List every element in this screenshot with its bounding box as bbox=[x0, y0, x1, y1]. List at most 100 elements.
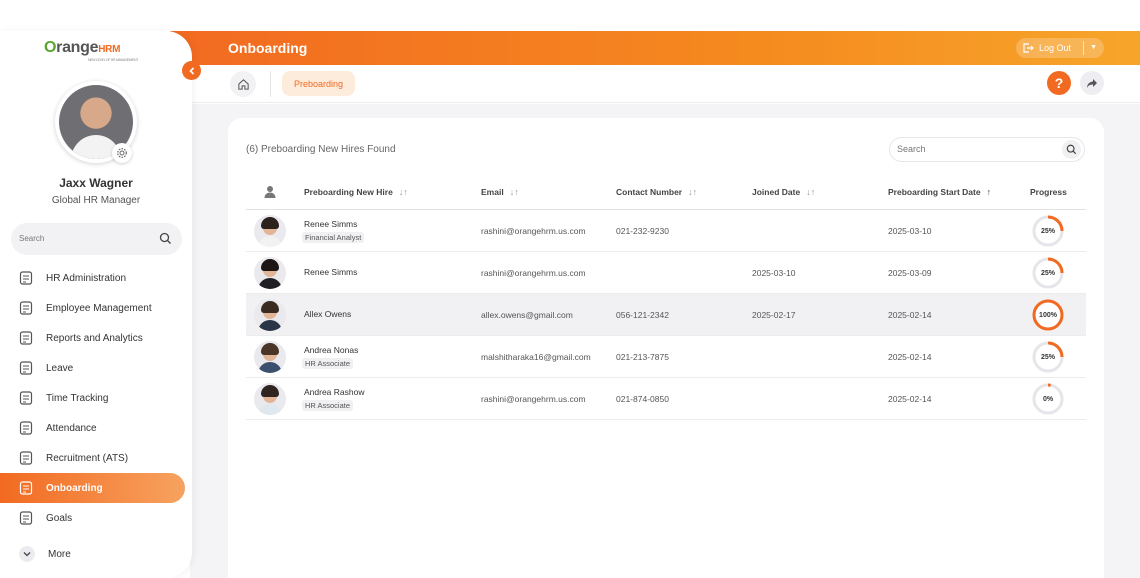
time-tracking-icon bbox=[17, 389, 35, 407]
share-icon bbox=[1087, 78, 1097, 88]
sort-icon[interactable]: ↓↑ bbox=[399, 187, 408, 197]
chevron-down-icon[interactable]: ▼ bbox=[1090, 44, 1097, 51]
table-row[interactable]: Andrea Rashow HR Associate rashini@orangeh… bbox=[246, 378, 1086, 420]
onboarding-icon bbox=[17, 479, 35, 497]
employee-management-icon bbox=[17, 299, 35, 317]
share-button[interactable] bbox=[1080, 71, 1104, 95]
progress-percent: 25% bbox=[1040, 269, 1055, 277]
goals-icon bbox=[17, 509, 35, 527]
new-hire-name[interactable]: Allex Owens bbox=[304, 309, 351, 319]
chevron-left-icon bbox=[188, 66, 194, 75]
recruitment-icon bbox=[17, 449, 35, 467]
attendance-icon bbox=[17, 419, 35, 437]
sidebar-item-hr-administration[interactable]: HR Administration bbox=[0, 263, 185, 293]
new-hire-avatar bbox=[254, 341, 286, 373]
gear-icon bbox=[117, 148, 127, 158]
chevron-down-icon bbox=[19, 546, 35, 562]
start-date-cell: 2025-02-14 bbox=[888, 310, 932, 320]
column-new-hire[interactable]: Preboarding New Hire ↓↑ bbox=[304, 187, 408, 197]
sort-ascending-icon[interactable]: ↑ bbox=[987, 187, 992, 197]
user-name: Jaxx Wagner bbox=[59, 176, 133, 190]
search-icon[interactable] bbox=[159, 232, 172, 245]
sidebar-item-onboarding[interactable]: Onboarding bbox=[0, 473, 185, 503]
progress-ring[interactable]: 100% bbox=[1031, 298, 1065, 332]
logo-tagline: NEW LEVEL OF HR MANAGEMENT bbox=[88, 58, 139, 62]
sidebar-item-time-tracking[interactable]: Time Tracking bbox=[0, 383, 185, 413]
new-hire-name[interactable]: Renee Simms bbox=[304, 267, 357, 277]
email-cell: allex.owens@gmail.com bbox=[481, 310, 573, 320]
new-hire-avatar bbox=[254, 215, 286, 247]
logout-button[interactable]: Log Out ▼ bbox=[1016, 38, 1104, 58]
avatar-settings-button[interactable] bbox=[112, 143, 132, 163]
sidebar-item-label: Employee Management bbox=[46, 302, 152, 314]
new-hire-name[interactable]: Andrea Nonas bbox=[304, 345, 358, 355]
orangehrm-logo: OrangeHRM NEW LEVEL OF HR MANAGEMENT bbox=[44, 39, 139, 62]
home-button[interactable] bbox=[230, 71, 256, 97]
table-row[interactable]: Renee Simms rashini@orangehrm.us.com 2025-… bbox=[246, 252, 1086, 294]
sidebar-search-placeholder: Search bbox=[19, 234, 45, 243]
breadcrumb-divider bbox=[270, 71, 271, 97]
sidebar-item-attendance[interactable]: Attendance bbox=[0, 413, 185, 443]
new-hire-avatar bbox=[254, 299, 286, 331]
joined-date-cell: 2025-03-10 bbox=[752, 268, 796, 278]
new-hire-name[interactable]: Andrea Rashow bbox=[304, 387, 364, 397]
preboarding-card: (6) Preboarding New Hires Found Preboard… bbox=[228, 118, 1104, 578]
table-header: Preboarding New Hire ↓↑ Email ↓↑ Contact N… bbox=[246, 175, 1086, 210]
sort-icon[interactable]: ↓↑ bbox=[688, 187, 697, 197]
column-joined-date[interactable]: Joined Date ↓↑ bbox=[752, 187, 815, 197]
job-title-badge: HR Associate bbox=[302, 358, 354, 369]
sidebar-item-label: Onboarding bbox=[46, 482, 103, 494]
joined-date-cell: 2025-02-17 bbox=[752, 310, 796, 320]
sidebar-item-reports-and-analytics[interactable]: Reports and Analytics bbox=[0, 323, 185, 353]
sidebar-search[interactable]: Search bbox=[11, 223, 182, 255]
hr-admin-icon bbox=[17, 269, 35, 287]
table-search-input[interactable] bbox=[897, 144, 1057, 154]
start-date-cell: 2025-03-10 bbox=[888, 226, 932, 236]
column-email[interactable]: Email ↓↑ bbox=[481, 187, 519, 197]
sidebar-item-label: Attendance bbox=[46, 422, 97, 434]
leave-icon bbox=[17, 359, 35, 377]
collapse-sidebar-button[interactable] bbox=[182, 61, 201, 80]
progress-ring[interactable]: 25% bbox=[1031, 214, 1065, 248]
column-contact-number[interactable]: Contact Number ↓↑ bbox=[616, 187, 697, 197]
column-start-date[interactable]: Preboarding Start Date ↑ bbox=[888, 187, 991, 197]
person-icon bbox=[264, 186, 276, 198]
job-title-badge: HR Associate bbox=[302, 400, 354, 411]
results-count: (6) Preboarding New Hires Found bbox=[246, 144, 396, 155]
column-progress: Progress bbox=[1030, 187, 1067, 197]
progress-ring[interactable]: 0% bbox=[1031, 382, 1065, 416]
progress-percent: 100% bbox=[1039, 311, 1057, 319]
sort-icon[interactable]: ↓↑ bbox=[806, 187, 815, 197]
progress-percent: 0% bbox=[1042, 395, 1054, 403]
home-icon bbox=[237, 78, 249, 90]
new-hire-name[interactable]: Renee Simms bbox=[304, 219, 357, 229]
help-button[interactable]: ? bbox=[1047, 71, 1071, 95]
breadcrumb-preboarding[interactable]: Preboarding bbox=[282, 71, 355, 96]
sidebar: OrangeHRM NEW LEVEL OF HR MANAGEMENT Jax… bbox=[0, 31, 192, 578]
email-cell: rashini@orangehrm.us.com bbox=[481, 394, 586, 404]
table-row[interactable]: Allex Owens allex.owens@gmail.com 056-121-… bbox=[246, 294, 1086, 336]
sidebar-item-leave[interactable]: Leave bbox=[0, 353, 185, 383]
sidebar-item-goals[interactable]: Goals bbox=[0, 503, 185, 533]
sidebar-item-label: Leave bbox=[46, 362, 74, 374]
sidebar-item-employee-management[interactable]: Employee Management bbox=[0, 293, 185, 323]
sidebar-item-label: HR Administration bbox=[46, 272, 127, 284]
top-bar: Onboarding Log Out ▼ bbox=[170, 31, 1140, 65]
progress-ring[interactable]: 25% bbox=[1031, 256, 1065, 290]
progress-ring[interactable]: 25% bbox=[1031, 340, 1065, 374]
table-search[interactable] bbox=[889, 137, 1085, 162]
progress-percent: 25% bbox=[1040, 353, 1055, 361]
start-date-cell: 2025-02-14 bbox=[888, 352, 932, 362]
sidebar-item-label: Reports and Analytics bbox=[46, 332, 143, 344]
table-row[interactable]: Andrea Nonas HR Associate malshitharaka16@… bbox=[246, 336, 1086, 378]
sort-icon[interactable]: ↓↑ bbox=[510, 187, 519, 197]
table-row[interactable]: Renee Simms Financial Analyst rashini@oran… bbox=[246, 210, 1086, 252]
start-date-cell: 2025-03-09 bbox=[888, 268, 932, 278]
progress-percent: 25% bbox=[1040, 227, 1055, 235]
sidebar-more-button[interactable]: More bbox=[0, 539, 185, 569]
table-search-button[interactable] bbox=[1062, 140, 1081, 159]
new-hire-avatar bbox=[254, 383, 286, 415]
sidebar-item-recruitment-ats[interactable]: Recruitment (ATS) bbox=[0, 443, 185, 473]
logout-label: Log Out bbox=[1039, 43, 1072, 53]
breadcrumb-bar: Preboarding ? bbox=[190, 65, 1140, 103]
